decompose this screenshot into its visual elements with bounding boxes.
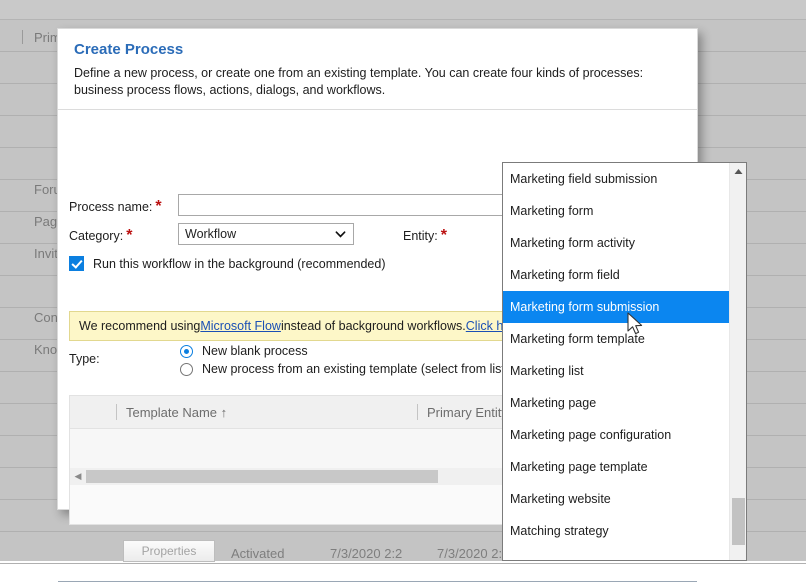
- category-label: Category:: [69, 229, 123, 243]
- category-select-value: Workflow: [185, 227, 236, 241]
- dropdown-item-selected[interactable]: Marketing form submission: [503, 291, 731, 323]
- dialog-header: Create Process Define a new process, or …: [58, 29, 697, 110]
- new-blank-process-radio-row[interactable]: New blank process: [180, 344, 308, 358]
- dialog-subtitle: Define a new process, or create one from…: [74, 65, 681, 99]
- entity-dropdown-items: Marketing field submission Marketing for…: [503, 163, 731, 560]
- dropdown-scrollbar[interactable]: [729, 163, 746, 560]
- entity-dropdown-list[interactable]: Marketing field submission Marketing for…: [502, 162, 747, 561]
- entity-label-wrap: Entity:*: [403, 227, 447, 245]
- horizontal-scroll-thumb[interactable]: [86, 470, 438, 483]
- run-in-background-checkbox-row[interactable]: Run this workflow in the background (rec…: [69, 256, 386, 271]
- background-row-label: Invit: [34, 246, 58, 261]
- scroll-up-arrow-icon[interactable]: [730, 163, 747, 180]
- primary-entity-column-label: Primary Entity: [427, 405, 508, 420]
- entity-label: Entity:: [403, 229, 438, 243]
- background-date-cell: 7/3/2020 2:: [437, 546, 502, 561]
- dropdown-item[interactable]: Matching strategy: [503, 515, 731, 547]
- dropdown-item[interactable]: Marketing page: [503, 387, 731, 419]
- dropdown-item[interactable]: Marketing form template: [503, 323, 731, 355]
- dropdown-item[interactable]: Marketing form: [503, 195, 731, 227]
- required-asterisk: *: [126, 227, 132, 244]
- dropdown-item[interactable]: Marketing form activity: [503, 227, 731, 259]
- dropdown-item[interactable]: Marketing form field: [503, 259, 731, 291]
- radio-selected-icon[interactable]: [180, 345, 193, 358]
- dropdown-item[interactable]: Marketing list: [503, 355, 731, 387]
- category-label-wrap: Category:*: [69, 227, 132, 245]
- radio-unselected-icon[interactable]: [180, 363, 193, 376]
- microsoft-flow-link[interactable]: Microsoft Flow: [200, 319, 281, 333]
- type-label: Type:: [69, 352, 100, 366]
- template-name-column-header[interactable]: Template Name ↑: [126, 405, 227, 420]
- template-name-column-label: Template Name: [126, 405, 217, 420]
- run-in-background-label: Run this workflow in the background (rec…: [93, 257, 386, 271]
- new-blank-process-label: New blank process: [202, 344, 308, 358]
- category-select[interactable]: Workflow: [178, 223, 354, 245]
- warning-text-1: We recommend using: [79, 319, 200, 333]
- dialog-title: Create Process: [74, 41, 681, 58]
- dropdown-item[interactable]: Marketing page configuration: [503, 419, 731, 451]
- background-status-cell: Activated: [231, 546, 284, 561]
- required-asterisk: *: [441, 227, 447, 244]
- dropdown-scroll-thumb[interactable]: [732, 498, 745, 545]
- type-label-wrap: Type:: [69, 350, 100, 368]
- warning-text-2: instead of background workflows.: [281, 319, 466, 333]
- background-date-cell: 7/3/2020 2:2: [330, 546, 402, 561]
- scroll-left-arrow-icon[interactable]: ◀: [70, 471, 86, 482]
- process-name-label: Process name:: [69, 200, 152, 214]
- process-name-label-wrap: Process name:*: [69, 198, 162, 216]
- required-asterisk: *: [155, 198, 161, 215]
- properties-button[interactable]: Properties: [123, 540, 215, 562]
- primary-entity-column-header[interactable]: Primary Entity: [427, 405, 508, 420]
- new-from-template-radio-row[interactable]: New process from an existing template (s…: [180, 362, 513, 376]
- column-separator: [417, 404, 418, 420]
- new-from-template-label: New process from an existing template (s…: [202, 362, 513, 376]
- sort-ascending-icon: ↑: [221, 405, 228, 420]
- chevron-down-icon: [335, 229, 346, 240]
- checkbox-icon[interactable]: [69, 256, 84, 271]
- dropdown-item[interactable]: Marketing page template: [503, 451, 731, 483]
- column-separator: [116, 404, 117, 420]
- dropdown-item[interactable]: Marketing field submission: [503, 163, 731, 195]
- dropdown-item[interactable]: Marketing website: [503, 483, 731, 515]
